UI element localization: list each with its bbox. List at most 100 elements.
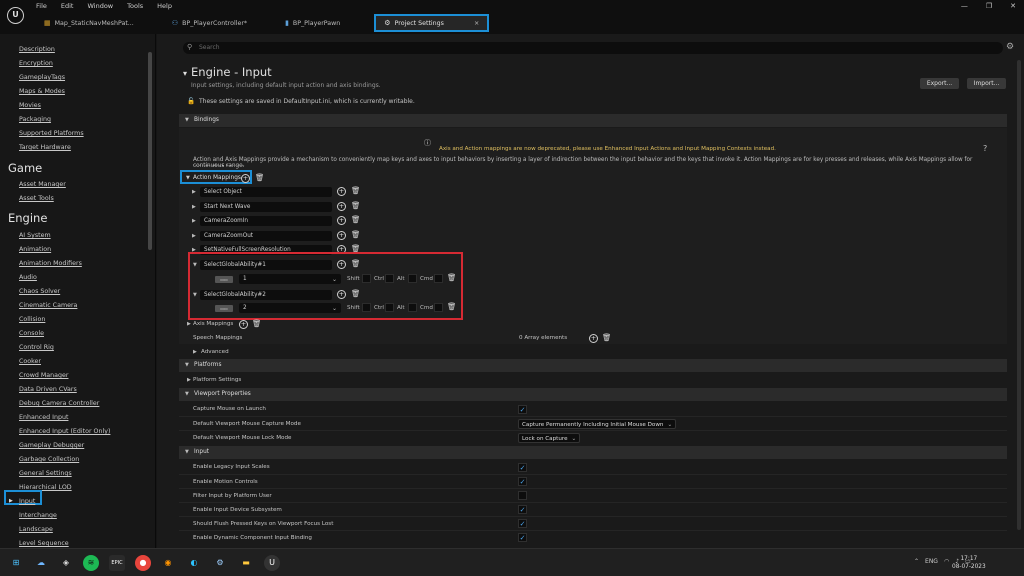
add-icon[interactable]: + [337,231,346,240]
menu-window[interactable]: Window [87,2,113,12]
add-icon[interactable]: + [337,216,346,225]
trash-icon[interactable]: 🗑 [351,201,361,210]
tab-map[interactable]: ▦ Map_StaticNavMeshPat... [36,14,142,32]
sidebar-item-gameplay-debugger[interactable]: Gameplay Debugger [19,442,84,449]
trash-icon[interactable]: 🗑 [447,273,457,282]
sidebar-item-enhanced-input[interactable]: Enhanced Input [19,414,68,421]
main-scrollbar[interactable] [1017,60,1021,530]
chevron-up-icon[interactable]: ⌃ [914,558,919,565]
setting-checkbox[interactable]: ✓ [518,519,527,528]
action-name-field[interactable]: CameraZoomOut [200,231,332,241]
sidebar-item-crowd-manager[interactable]: Crowd Manager [19,372,68,379]
setting-checkbox[interactable]: ✓ [518,533,527,542]
lock-mode-dropdown[interactable]: Lock on Capture ⌄ [518,433,581,443]
sidebar-item-supported-platforms[interactable]: Supported Platforms [19,130,84,137]
sidebar-item-asset-manager[interactable]: Asset Manager [19,181,66,188]
sidebar-item-data-driven-cvars[interactable]: Data Driven CVars [19,386,77,393]
ctrl-checkbox[interactable] [385,303,394,312]
sidebar-item-encryption[interactable]: Encryption [19,60,53,67]
tab-player-pawn[interactable]: ▮ BP_PlayerPawn [277,14,348,32]
sidebar-item-animation[interactable]: Animation [19,246,51,253]
close-icon[interactable]: × [474,20,479,27]
sidebar-item-cooker[interactable]: Cooker [19,358,41,365]
setting-checkbox[interactable] [518,491,527,500]
sidebar-item-landscape[interactable]: Landscape [19,526,53,533]
search-input[interactable]: Search [199,44,220,51]
action-name-field[interactable]: CameraZoomIn [200,216,332,226]
sidebar-item-asset-tools[interactable]: Asset Tools [19,195,54,202]
trash-icon[interactable]: 🗑 [602,333,612,342]
sidebar-item-debug-camera-controller[interactable]: Debug Camera Controller [19,400,99,407]
sidebar-item-cinematic-camera[interactable]: Cinematic Camera [19,302,77,309]
keyboard-icon[interactable]: ▭▭ [215,276,233,283]
axis-mappings-row[interactable]: ▶ Axis Mappings + 🗑 [179,317,1007,331]
sidebar-item-interchange[interactable]: Interchange [19,512,57,519]
setting-checkbox[interactable]: ✓ [518,463,527,472]
windows-start-icon[interactable]: ⊞ [8,555,24,571]
trash-icon[interactable]: 🗑 [252,319,262,328]
trash-icon[interactable]: 🗑 [351,259,361,268]
sidebar-item-gameplaytags[interactable]: GameplayTags [19,74,65,81]
trash-icon[interactable]: 🗑 [351,230,361,239]
bindings-section-header[interactable]: ▼ Bindings [179,114,1007,127]
expand-icon[interactable]: ▶ [192,218,196,224]
key-selector[interactable]: 2 [239,303,341,313]
expand-icon[interactable]: ▶ [187,377,191,383]
menu-tools[interactable]: Tools [127,2,143,12]
collapse-icon[interactable]: ▼ [193,262,197,268]
unity-icon[interactable]: ◈ [58,555,74,571]
collapse-icon[interactable]: ▼ [186,175,190,181]
unreal-logo-icon[interactable]: U [7,7,24,24]
trash-icon[interactable]: 🗑 [351,186,361,195]
wifi-icon[interactable]: ◠ [944,558,949,565]
sidebar-item-console[interactable]: Console [19,330,44,337]
trash-icon[interactable]: 🗑 [255,173,265,182]
weather-icon[interactable]: ☁ [33,555,49,571]
collapse-icon[interactable]: ▾ [183,69,187,78]
chrome-icon[interactable]: ● [135,555,151,571]
add-speech-mapping-icon[interactable]: + [589,334,598,343]
export-button[interactable]: Export... [920,78,959,89]
shift-checkbox[interactable] [362,303,371,312]
restore-icon[interactable]: ❐ [986,2,992,10]
platform-settings-row[interactable]: ▶ Platform Settings [179,373,1007,387]
chevron-down-icon[interactable]: ⌄ [332,305,337,312]
add-action-mapping-icon[interactable]: + [241,174,250,183]
sidebar-item-movies[interactable]: Movies [19,102,41,109]
spotify-icon[interactable]: ≋ [83,555,99,571]
cmd-checkbox[interactable] [434,274,443,283]
search-bar[interactable]: ⚲ Search [183,42,1003,54]
chevron-down-icon[interactable]: ⌄ [332,276,337,283]
gear-icon[interactable]: ⚙ [1006,42,1014,52]
add-icon[interactable]: + [337,260,346,269]
expand-icon[interactable]: ▶ [192,233,196,239]
trash-icon[interactable]: 🗑 [447,302,457,311]
setting-checkbox[interactable]: ✓ [518,477,527,486]
expand-icon[interactable]: ▶ [193,349,197,355]
key-selector[interactable]: 1 [239,274,341,284]
action-name-field[interactable]: Start Next Wave [200,202,332,212]
add-icon[interactable]: + [337,187,346,196]
sidebar-item-maps-modes[interactable]: Maps & Modes [19,88,65,95]
add-icon[interactable]: + [337,202,346,211]
add-icon[interactable]: + [337,290,346,299]
tab-player-controller[interactable]: ⚇ BP_PlayerController* [164,14,255,32]
tab-project-settings[interactable]: ⚙ Project Settings × [374,14,490,32]
expand-icon[interactable]: ▶ [192,189,196,195]
setting-checkbox[interactable]: ✓ [518,505,527,514]
input-section-header[interactable]: ▼ Input [179,446,1007,459]
sidebar-item-audio[interactable]: Audio [19,274,37,281]
sidebar-item-ai-system[interactable]: AI System [19,232,51,239]
sidebar-item-animation-modifiers[interactable]: Animation Modifiers [19,260,82,267]
close-window-icon[interactable]: ✕ [1010,2,1016,10]
capture-mode-dropdown[interactable]: Capture Permanently Including Initial Mo… [518,419,677,429]
keyboard-icon[interactable]: ▭▭ [215,305,233,312]
trash-icon[interactable]: 🗑 [351,215,361,224]
collapse-icon[interactable]: ▼ [193,292,197,298]
steam-icon[interactable]: ⚙ [212,555,228,571]
sidebar-item-enhanced-input-editor[interactable]: Enhanced Input (Editor Only) [19,428,110,435]
sidebar-item-input[interactable]: Input [19,498,35,505]
viewport-section-header[interactable]: ▼ Viewport Properties [179,388,1007,401]
unreal-engine-taskbar-icon[interactable]: U [264,555,280,571]
minimize-icon[interactable]: — [961,2,968,10]
